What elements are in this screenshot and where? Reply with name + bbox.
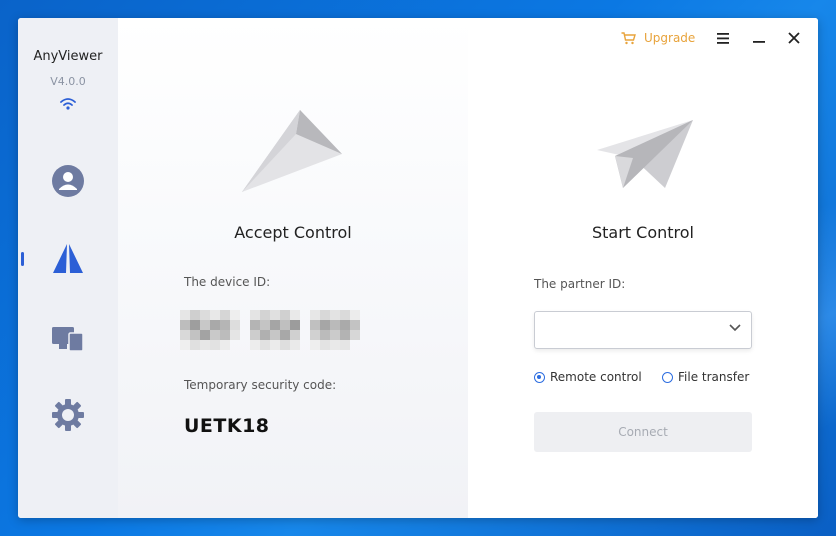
chevron-down-icon [729, 324, 741, 332]
menu-button[interactable] [713, 28, 733, 48]
partner-id-dropdown[interactable] [534, 311, 752, 349]
radio-remote-control-circle[interactable] [534, 371, 545, 383]
gear-icon [52, 399, 84, 431]
app-name: AnyViewer [33, 49, 103, 64]
sidebar: AnyViewer V4.0.0 [18, 18, 118, 518]
close-icon [788, 32, 800, 44]
user-icon [52, 165, 84, 197]
minimize-icon [753, 41, 765, 43]
radio-remote-control[interactable]: Remote control [534, 370, 642, 384]
radio-file-transfer-label: File transfer [678, 370, 750, 384]
sidebar-item-settings[interactable] [44, 391, 92, 439]
accept-control-panel: Accept Control The device ID: Temporary … [118, 18, 468, 518]
security-code-value: UETK18 [184, 415, 270, 437]
hamburger-menu-icon [717, 32, 729, 44]
close-button[interactable] [784, 28, 804, 48]
start-control-title: Start Control [591, 223, 694, 242]
cart-icon [621, 31, 636, 44]
app-window: AnyViewer V4.0.0 Accept Control The devi… [18, 18, 818, 518]
security-code-label: Temporary security code: [184, 378, 337, 392]
sidebar-item-devices[interactable] [44, 314, 92, 362]
partner-id-label: The partner ID: [534, 277, 626, 291]
main-area: Accept Control The device ID: Temporary … [118, 18, 818, 518]
radio-file-transfer-circle[interactable] [662, 371, 673, 383]
radio-remote-control-label: Remote control [550, 370, 642, 384]
minimize-button[interactable] [749, 28, 769, 48]
device-id-label: The device ID: [184, 275, 271, 289]
wifi-icon [60, 98, 76, 110]
connect-button[interactable]: Connect [534, 412, 752, 452]
accept-control-title: Accept Control [234, 223, 352, 242]
active-indicator [21, 252, 24, 266]
paper-plane-start-icon [597, 120, 693, 188]
device-id-value-blurred [180, 310, 360, 350]
upgrade-button[interactable]: Upgrade [621, 28, 695, 48]
paper-plane-accept-icon [242, 110, 342, 192]
paper-plane-icon [53, 244, 83, 273]
upgrade-label: Upgrade [644, 31, 696, 45]
sidebar-item-account[interactable] [44, 157, 92, 205]
app-version: V4.0.0 [50, 75, 86, 88]
sidebar-item-connect[interactable] [44, 235, 92, 283]
devices-icon [52, 327, 84, 352]
start-control-panel: Start Control The partner ID: Remote con… [468, 18, 818, 518]
radio-file-transfer[interactable]: File transfer [662, 370, 749, 384]
